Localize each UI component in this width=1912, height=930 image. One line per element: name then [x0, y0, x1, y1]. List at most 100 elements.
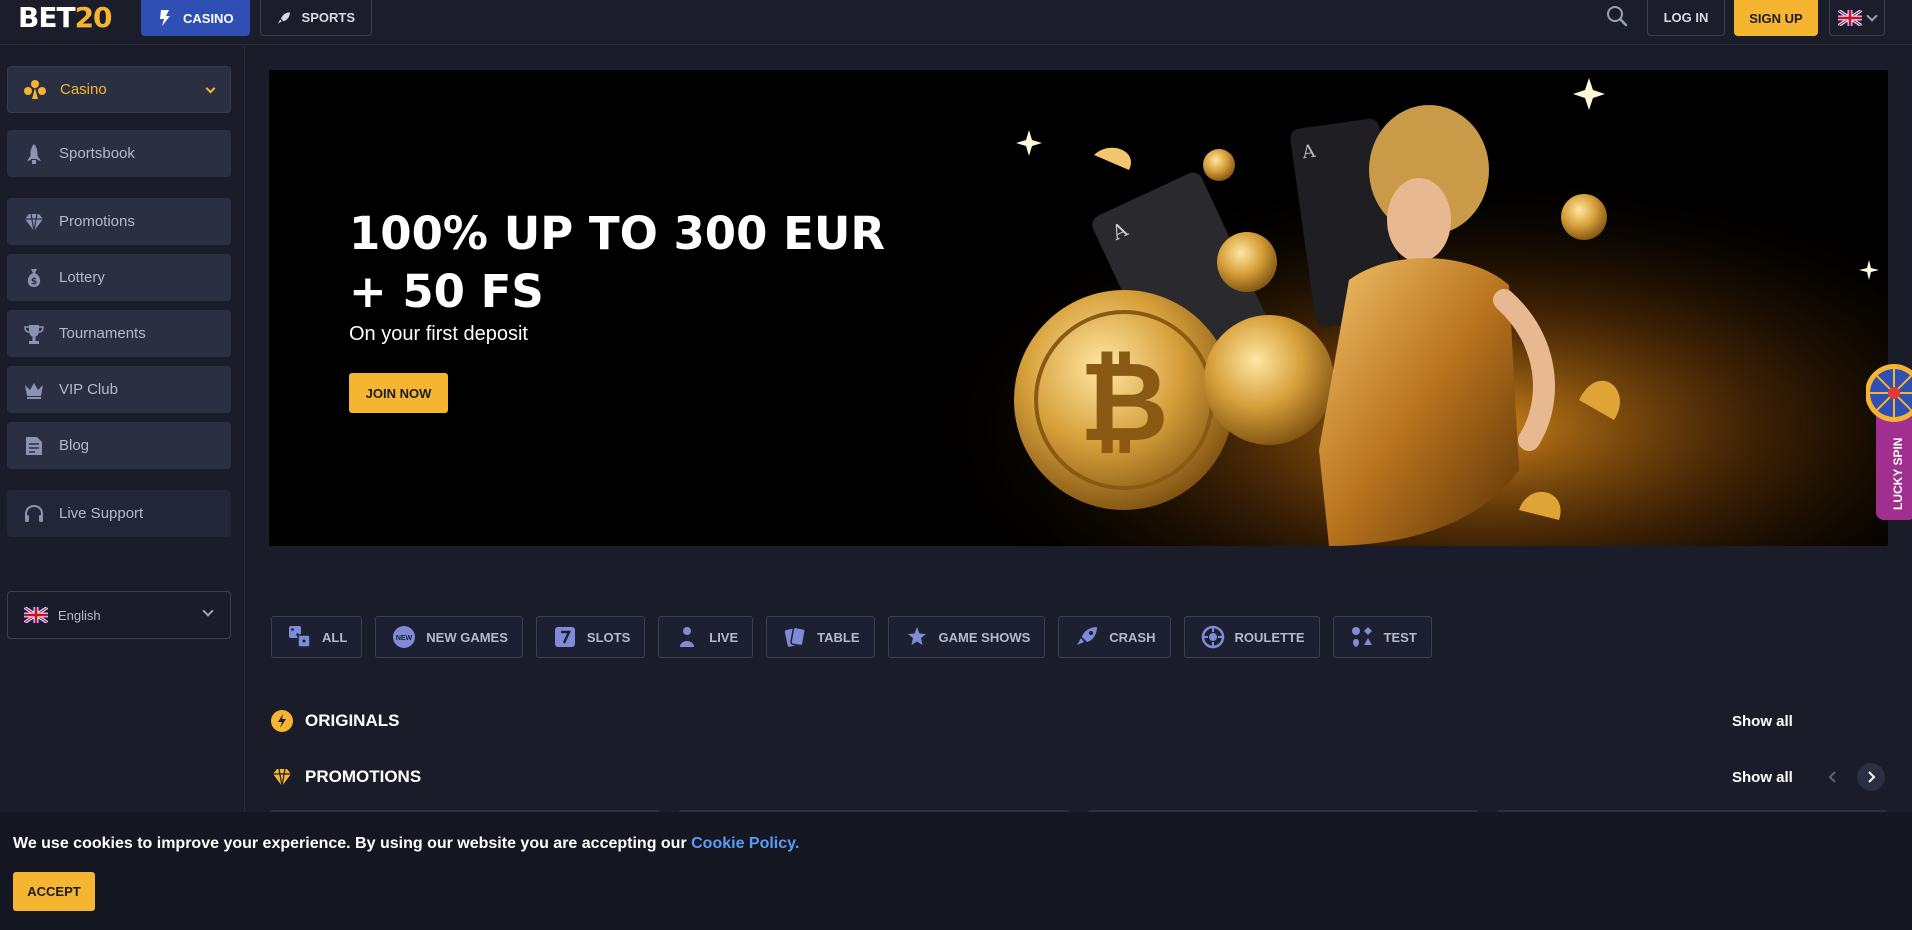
- category-label: LIVE: [709, 629, 739, 645]
- category-filters: ALL NEW NEW GAMES SLOTS LIVE TABLE GAME …: [271, 616, 1432, 658]
- nav-casino-button[interactable]: CASINO: [141, 0, 250, 36]
- crown-icon: [25, 382, 43, 399]
- sidebar-item-label: VIP Club: [59, 381, 118, 398]
- accept-cookies-button[interactable]: ACCEPT: [13, 872, 95, 911]
- section-originals: ORIGINALS Show all: [271, 708, 1891, 734]
- sidebar-item-label: Promotions: [59, 213, 135, 230]
- sidebar-item-label: Tournaments: [59, 325, 146, 342]
- language-selector-top[interactable]: [1829, 0, 1885, 36]
- banner-subtitle: On your first deposit: [349, 323, 528, 345]
- category-label: GAME SHOWS: [938, 629, 1031, 645]
- rocket-icon: [1077, 627, 1098, 645]
- lucky-spin-widget[interactable]: LUCKY SPIN: [1866, 360, 1912, 520]
- next-arrow-button[interactable]: [1857, 763, 1885, 791]
- uk-flag-icon: [1838, 9, 1862, 26]
- sidebar-item-lottery[interactable]: $ Lottery: [7, 254, 231, 301]
- sidebar-item-label: Blog: [59, 437, 90, 454]
- sidebar-item-sportsbook[interactable]: Sportsbook: [7, 130, 231, 177]
- sidebar-item-tournaments[interactable]: Tournaments: [7, 310, 231, 357]
- signup-button[interactable]: SIGN UP: [1734, 0, 1818, 36]
- chevron-down-icon: [205, 83, 216, 94]
- chevron-right-icon: [1868, 771, 1876, 783]
- top-bar: BET20 CASINO SPORTS LOG IN SIGN UP: [0, 0, 1912, 45]
- language-label: English: [58, 607, 101, 623]
- banner-title-line1: 100% UP TO 300 EUR: [349, 207, 886, 260]
- section-promotions: PROMOTIONS Show all: [271, 763, 1891, 791]
- new-badge-text: NEW: [396, 635, 413, 642]
- category-all[interactable]: ALL: [271, 616, 363, 658]
- logo-accent: 20: [74, 1, 113, 34]
- diamond-icon: [273, 768, 291, 787]
- chevron-down-icon: [1866, 9, 1878, 22]
- roulette-icon: [1201, 625, 1224, 649]
- sidebar-item-blog[interactable]: Blog: [7, 422, 231, 469]
- category-label: NEW GAMES: [426, 629, 508, 645]
- banner-title: 100% UP TO 300 EUR + 50 FS: [349, 205, 909, 321]
- sidebar-item-live-support[interactable]: Live Support: [7, 490, 231, 537]
- category-label: TEST: [1383, 629, 1417, 645]
- svg-text:$: $: [31, 277, 37, 287]
- svg-text:₿: ₿: [1079, 338, 1169, 466]
- nav-casino-label: CASINO: [183, 10, 234, 26]
- cookie-text: We use cookies to improve your experienc…: [13, 835, 799, 853]
- banner-title-line2: + 50 FS: [349, 265, 544, 318]
- dice-icon: [289, 626, 311, 648]
- category-new-games[interactable]: NEW NEW GAMES: [375, 616, 523, 658]
- show-all-link[interactable]: Show all: [1732, 769, 1793, 786]
- category-label: CRASH: [1109, 629, 1156, 645]
- cookie-message: We use cookies to improve your experienc…: [13, 835, 692, 852]
- nav-sports-label: SPORTS: [301, 10, 355, 25]
- search-icon[interactable]: [1606, 5, 1628, 27]
- money-bag-icon: $: [27, 268, 41, 287]
- category-roulette[interactable]: ROULETTE: [1183, 616, 1320, 658]
- casino-chip-icon: [160, 10, 170, 26]
- sidebar-item-label: Live Support: [59, 505, 144, 522]
- suits-icon: [1351, 627, 1372, 647]
- category-test[interactable]: TEST: [1332, 616, 1432, 658]
- trophy-icon: [24, 324, 44, 344]
- category-crash[interactable]: CRASH: [1058, 616, 1171, 658]
- rocket-icon: [277, 11, 290, 24]
- language-selector[interactable]: English: [7, 591, 231, 639]
- document-icon: [26, 436, 42, 455]
- category-slots[interactable]: SLOTS: [535, 616, 646, 658]
- category-table[interactable]: TABLE: [766, 616, 875, 658]
- dealer-icon: [680, 627, 695, 647]
- promo-banner[interactable]: A A ₿ 100% UP TO 300 EUR + 50 FS On your…: [269, 70, 1888, 546]
- sidebar-item-promotions[interactable]: Promotions: [7, 198, 231, 245]
- headset-icon: [25, 504, 43, 522]
- chevron-left-icon: [1828, 771, 1836, 783]
- category-game-shows[interactable]: GAME SHOWS: [887, 616, 1046, 658]
- casino-icon: [24, 79, 46, 99]
- category-label: TABLE: [817, 629, 860, 645]
- sidebar: Casino Sportsbook Promotions $ Lottery T…: [0, 46, 245, 930]
- section-title: PROMOTIONS: [305, 767, 422, 786]
- cookie-policy-link[interactable]: Cookie Policy.: [691, 835, 799, 852]
- section-title: ORIGINALS: [305, 711, 400, 730]
- sidebar-item-label: Lottery: [59, 269, 105, 286]
- sidebar-item-label: Casino: [60, 81, 107, 98]
- join-now-button[interactable]: JOIN NOW: [349, 373, 448, 413]
- sidebar-item-casino[interactable]: Casino: [7, 66, 231, 113]
- uk-flag-icon: [24, 607, 48, 623]
- rocket-icon: [27, 143, 41, 164]
- logo-main: BET: [18, 1, 76, 34]
- sidebar-item-vip-club[interactable]: VIP Club: [7, 366, 231, 413]
- nav-sports-button[interactable]: SPORTS: [260, 0, 372, 36]
- category-label: SLOTS: [586, 629, 631, 645]
- category-label: ALL: [322, 629, 348, 645]
- category-label: ROULETTE: [1234, 629, 1305, 645]
- sidebar-item-label: Sportsbook: [59, 145, 135, 162]
- star-hand-icon: [907, 627, 926, 645]
- logo[interactable]: BET20: [18, 1, 113, 34]
- lightning-icon: [271, 710, 293, 732]
- category-live[interactable]: LIVE: [658, 616, 754, 658]
- chevron-down-icon: [202, 605, 214, 617]
- show-all-link[interactable]: Show all: [1732, 713, 1793, 730]
- cards-icon: [784, 626, 807, 647]
- prev-arrow-button[interactable]: [1819, 763, 1847, 791]
- cookie-banner: We use cookies to improve your experienc…: [0, 812, 1912, 930]
- slot-seven-icon: [554, 627, 575, 647]
- login-button[interactable]: LOG IN: [1647, 0, 1725, 36]
- new-badge-icon: NEW: [393, 626, 416, 648]
